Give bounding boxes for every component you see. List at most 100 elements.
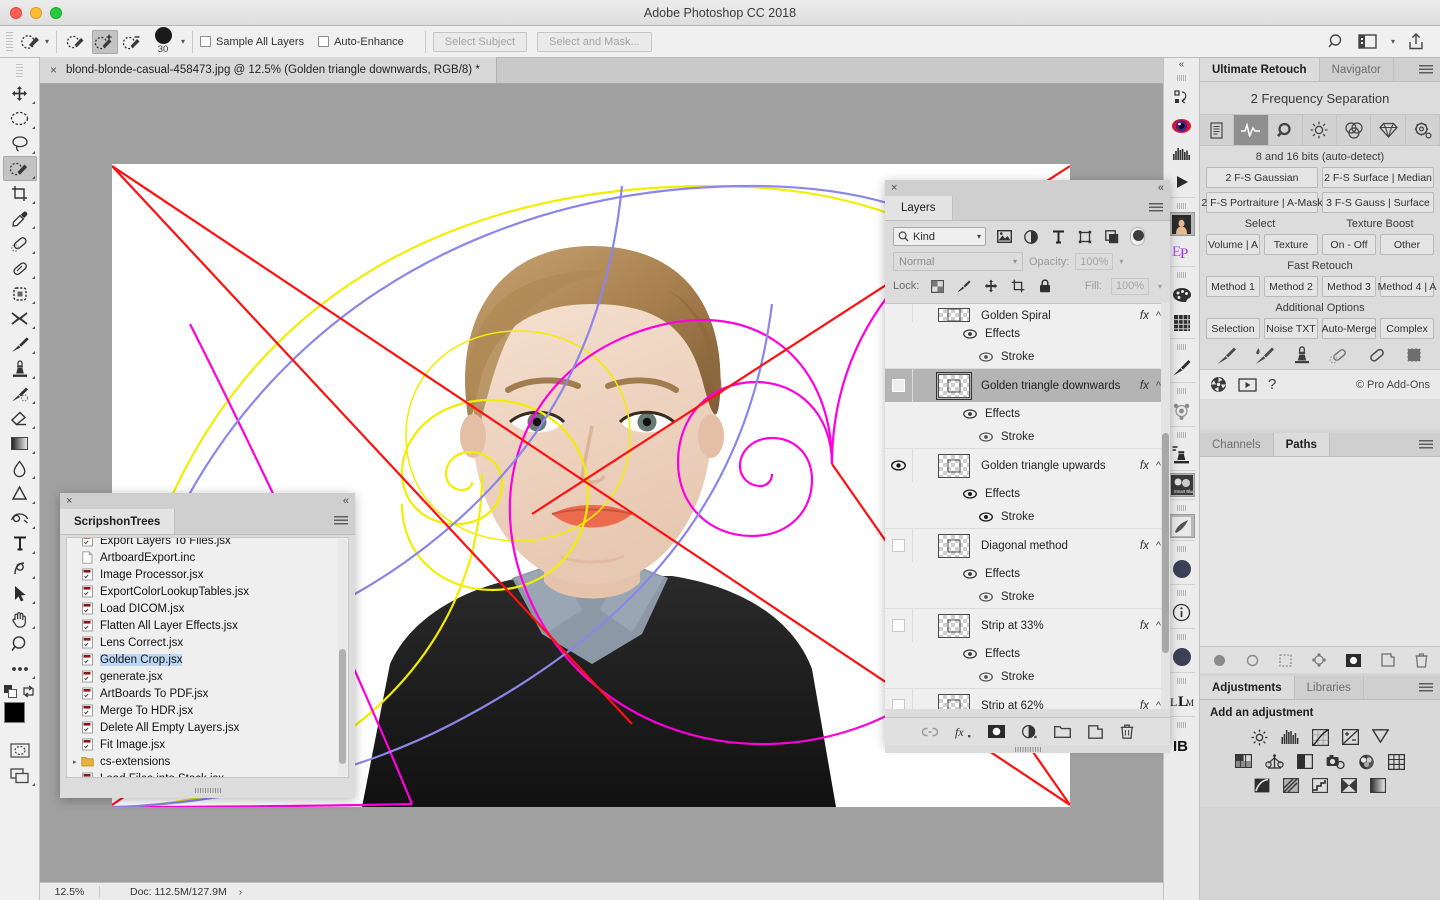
- tab-navigator[interactable]: Navigator: [1319, 58, 1394, 81]
- hue-saturation-icon[interactable]: [1235, 754, 1252, 770]
- stroke-visibility-icon[interactable]: [979, 511, 993, 522]
- layer-effects-row[interactable]: Effects: [885, 402, 1170, 425]
- new-layer-icon[interactable]: [1087, 724, 1103, 739]
- list-item[interactable]: Load Files into Stack.jsx: [67, 770, 348, 778]
- edit-toolbar-tool[interactable]: [3, 656, 37, 681]
- crop-tool[interactable]: [3, 181, 37, 206]
- elliptical-marquee-tool[interactable]: [3, 106, 37, 131]
- new-selection-icon[interactable]: [64, 30, 90, 54]
- eyedropper-tool[interactable]: [3, 206, 37, 231]
- checkbox-box[interactable]: [318, 36, 330, 47]
- status-chevron-icon[interactable]: ›: [239, 886, 243, 898]
- script-name[interactable]: Lens Correct.jsx: [100, 637, 183, 649]
- type-layers-filter-icon[interactable]: [1049, 228, 1067, 246]
- layer-thumbnail[interactable]: [938, 308, 970, 322]
- frequency-icon[interactable]: [1234, 115, 1269, 145]
- layer-visibility-toggle[interactable]: [885, 689, 913, 709]
- options-bar-grip[interactable]: [6, 31, 13, 52]
- color-channels-icon[interactable]: [1337, 115, 1372, 145]
- add-layer-mask-icon[interactable]: [987, 725, 1005, 738]
- new-path-icon[interactable]: [1380, 653, 1395, 667]
- layer-visibility-toggle[interactable]: [885, 609, 913, 642]
- measure-dot-icon[interactable]: [1167, 643, 1197, 670]
- effects-visibility-icon[interactable]: [963, 648, 977, 659]
- effects-visibility-icon[interactable]: [963, 488, 977, 499]
- add-to-selection-icon[interactable]: [92, 29, 119, 54]
- info-icon[interactable]: [1167, 599, 1197, 626]
- search-icon[interactable]: [1328, 33, 1345, 50]
- opacity-value[interactable]: 100%: [1075, 253, 1114, 270]
- lock-position-icon[interactable]: [982, 277, 1000, 295]
- fs-gaussian-button[interactable]: 2 F-S Gaussian: [1206, 167, 1318, 188]
- brush-tool[interactable]: [3, 331, 37, 356]
- scripts-scrollbar[interactable]: [338, 539, 347, 776]
- stroke-visibility-icon[interactable]: [979, 671, 993, 682]
- list-item[interactable]: Merge To HDR.jsx: [67, 702, 348, 719]
- list-item[interactable]: ExportColorLookupTables.jsx: [67, 583, 348, 600]
- sample-all-layers-checkbox[interactable]: Sample All Layers: [200, 36, 304, 48]
- close-icon[interactable]: ×: [891, 182, 897, 194]
- brightness-icon[interactable]: [1303, 115, 1338, 145]
- settings-icon[interactable]: [1406, 115, 1440, 145]
- spot-healing-brush-tool[interactable]: [3, 231, 37, 256]
- quick-mask-mode-button[interactable]: [3, 738, 37, 763]
- layer-stroke-row[interactable]: Stroke: [885, 665, 1170, 688]
- fs-surface-median-button[interactable]: 2 F-S Surface | Median: [1322, 167, 1434, 188]
- filter-enable-toggle[interactable]: [1130, 227, 1145, 246]
- tab-adjustments[interactable]: Adjustments: [1200, 676, 1295, 699]
- list-item[interactable]: Lens Correct.jsx: [67, 634, 348, 651]
- fs-portraiture-amask-button[interactable]: 2 F-S Portraiture | A-Mask: [1201, 192, 1323, 213]
- layers-panel-title-bar[interactable]: × «: [885, 180, 1170, 196]
- script-name[interactable]: Load Files into Stack.jsx: [100, 773, 224, 778]
- exposure-icon[interactable]: [1342, 729, 1359, 746]
- document-icon[interactable]: [1200, 115, 1235, 145]
- brush-size-preview[interactable]: 30: [146, 27, 180, 55]
- script-name[interactable]: ArtboardExport.inc: [100, 552, 195, 564]
- pen-tool[interactable]: [3, 506, 37, 531]
- lumenzia-icon[interactable]: LLM: [1167, 687, 1197, 714]
- layer-row[interactable]: Golden triangle downwards fx ^: [885, 369, 1170, 402]
- rail-grip[interactable]: [1177, 75, 1186, 81]
- chevron-down-icon[interactable]: ▾: [1119, 257, 1123, 266]
- script-name[interactable]: Load DICOM.jsx: [100, 603, 184, 615]
- layer-group[interactable]: Strip at 62% fx ^ Effects Stroke: [885, 689, 1170, 709]
- layer-group[interactable]: Diagonal method fx ^ Effects Stroke: [885, 529, 1170, 609]
- list-item[interactable]: ▸ cs-extensions: [67, 753, 348, 770]
- color-swatches[interactable]: [2, 702, 38, 736]
- scripts-scrollbar-thumb[interactable]: [339, 649, 346, 764]
- chevron-down-icon[interactable]: ▾: [977, 232, 981, 241]
- effects-visibility-icon[interactable]: [963, 568, 977, 579]
- rail-grip[interactable]: [1177, 722, 1186, 728]
- paths-list[interactable]: [1200, 457, 1440, 647]
- mixer-brush-icon[interactable]: [1255, 346, 1275, 364]
- posterize-icon[interactable]: [1283, 778, 1299, 793]
- actions-play-icon[interactable]: [1167, 168, 1197, 195]
- color-wheel-icon[interactable]: [1167, 112, 1197, 139]
- extensions-ep-icon[interactable]: EP: [1167, 237, 1197, 264]
- move-tool[interactable]: [3, 81, 37, 106]
- visibility-off-box[interactable]: [892, 699, 905, 709]
- method-1-button[interactable]: Method 1: [1206, 276, 1260, 297]
- layer-visibility-toggle[interactable]: [885, 304, 913, 322]
- scripts-list[interactable]: Export Layers To Files.jsx ArtboardExpor…: [66, 537, 349, 778]
- clone-stamp-icon[interactable]: [1293, 346, 1311, 364]
- auto-enhance-checkbox[interactable]: Auto-Enhance: [318, 36, 404, 48]
- visibility-off-box[interactable]: [892, 539, 905, 552]
- add-layer-style-icon[interactable]: fx: [955, 725, 971, 739]
- list-item[interactable]: Load DICOM.jsx: [67, 600, 348, 617]
- horizontal-type-tool[interactable]: [3, 531, 37, 556]
- channel-mixer-icon[interactable]: [1358, 754, 1375, 770]
- lock-artboard-nesting-icon[interactable]: [1009, 277, 1027, 295]
- layer-stroke-row[interactable]: Stroke: [885, 505, 1170, 528]
- share-icon[interactable]: [1408, 33, 1424, 50]
- tab-paths[interactable]: Paths: [1273, 433, 1330, 456]
- tab-layers[interactable]: Layers: [885, 196, 953, 220]
- select-and-mask-button[interactable]: Select and Mask...: [537, 31, 652, 52]
- layer-fx-badge[interactable]: fx: [1140, 460, 1149, 472]
- patch-tool[interactable]: [3, 281, 37, 306]
- list-item[interactable]: Delete All Empty Layers.jsx: [67, 719, 348, 736]
- rail-grip[interactable]: [1177, 634, 1186, 640]
- layer-group[interactable]: Golden triangle downwards fx ^ Effects S…: [885, 369, 1170, 449]
- diamond-icon[interactable]: [1371, 115, 1406, 145]
- list-item[interactable]: Image Processor.jsx: [67, 566, 348, 583]
